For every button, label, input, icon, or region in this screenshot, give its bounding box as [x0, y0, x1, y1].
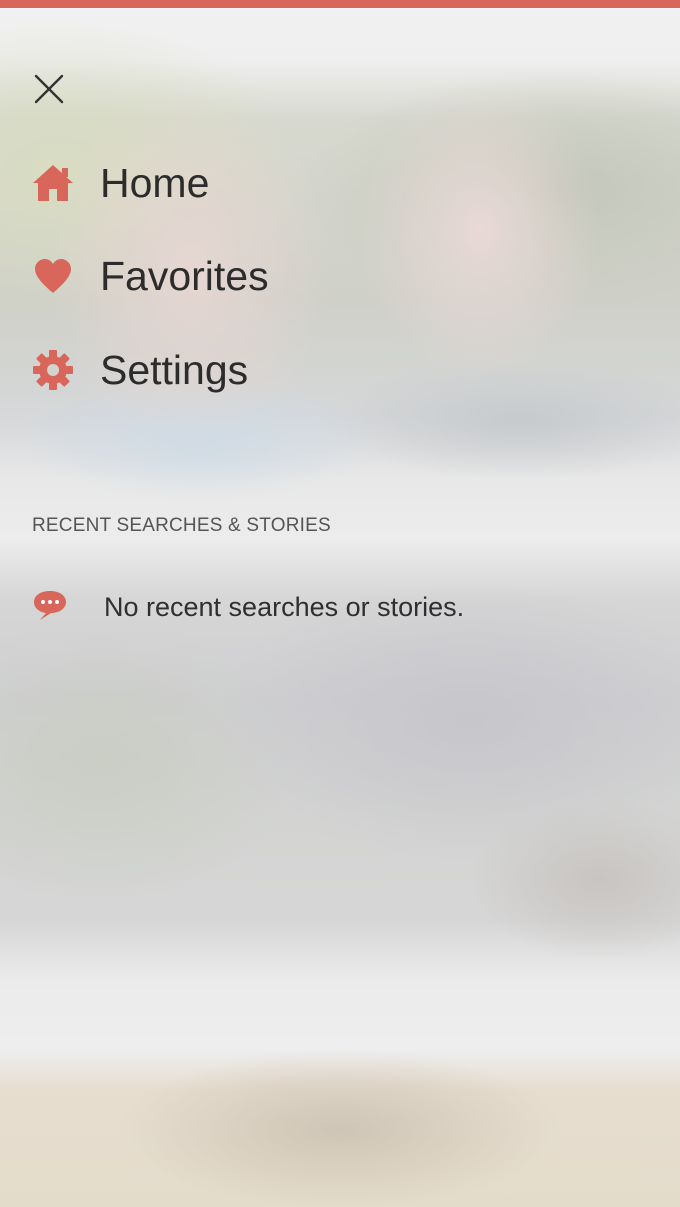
recent-empty-state: No recent searches or stories. [32, 585, 464, 629]
menu-item-label: Home [100, 159, 210, 206]
accent-top-bar [0, 0, 680, 8]
home-icon [32, 162, 74, 204]
menu-item-home[interactable]: Home [32, 153, 432, 213]
menu-item-label: Favorites [100, 252, 269, 299]
chat-bubble-icon [32, 589, 68, 626]
menu-item-settings[interactable]: Settings [32, 340, 432, 400]
gear-icon [32, 349, 74, 391]
menu-item-favorites[interactable]: Favorites [32, 246, 432, 306]
close-button[interactable] [30, 70, 68, 108]
recent-section-header: RECENT SEARCHES & STORIES [32, 515, 331, 536]
menu-item-label: Settings [100, 346, 249, 393]
recent-empty-message: No recent searches or stories. [104, 591, 465, 622]
heart-icon [32, 255, 74, 297]
close-icon [34, 74, 64, 104]
